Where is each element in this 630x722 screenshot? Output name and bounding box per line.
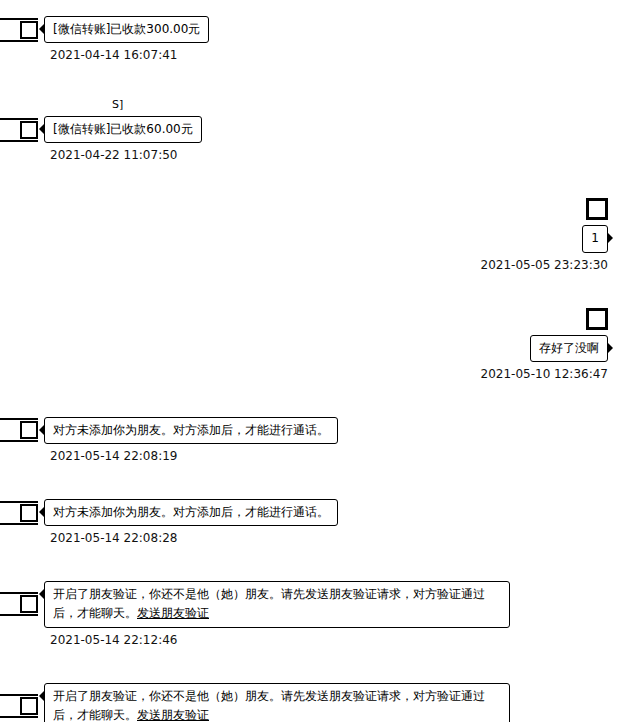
message-bubble[interactable]: 开启了朋友验证，你还不是他（她）朋友。请先发送朋友验证请求，对方验证通过后，才能…	[44, 683, 510, 722]
chat-message: 对方未添加你为朋友。对方添加后，才能进行通话。 2021-05-14 22:08:…	[0, 499, 608, 545]
sender-name: S]	[0, 98, 123, 111]
chat-message: 开启了朋友验证，你还不是他（她）朋友。请先发送朋友验证请求，对方验证通过后，才能…	[0, 581, 608, 646]
avatar-box-icon	[20, 504, 38, 522]
message-bubble[interactable]: [微信转账]已收款300.00元	[44, 16, 209, 43]
avatar-box-icon	[20, 595, 38, 613]
message-row: 存好了没啊	[530, 335, 608, 362]
message-time: 2021-05-14 22:08:19	[0, 449, 177, 463]
chat-message: 开启了朋友验证，你还不是他（她）朋友。请先发送朋友验证请求，对方验证通过后，才能…	[0, 683, 608, 722]
chat-message: 存好了没啊 2021-05-10 12:36:47	[0, 308, 608, 381]
message-bubble[interactable]: 1	[582, 225, 608, 252]
message-time: 2021-04-14 16:07:41	[0, 48, 177, 62]
message-row: 1	[582, 225, 608, 252]
verify-link[interactable]: 发送朋友验证	[137, 606, 209, 620]
avatar-box-icon	[20, 21, 38, 39]
avatar-icon[interactable]	[0, 694, 38, 718]
chat-log: [微信转账]已收款300.00元 2021-04-14 16:07:41 S] [微信…	[0, 0, 630, 722]
message-bubble[interactable]: 对方未添加你为朋友。对方添加后，才能进行通话。	[44, 499, 338, 526]
message-row: 开启了朋友验证，你还不是他（她）朋友。请先发送朋友验证请求，对方验证通过后，才能…	[0, 581, 510, 627]
message-row: 对方未添加你为朋友。对方添加后，才能进行通话。	[0, 499, 338, 526]
message-bubble[interactable]: 存好了没啊	[530, 335, 608, 362]
chat-message: 1 2021-05-05 23:23:30	[0, 198, 608, 271]
avatar-icon[interactable]	[0, 592, 38, 616]
verify-link[interactable]: 发送朋友验证	[137, 708, 209, 722]
message-time: 2021-05-10 12:36:47	[481, 367, 608, 381]
avatar-icon	[586, 198, 608, 220]
avatar-icon[interactable]	[0, 118, 38, 142]
avatar-box-icon	[20, 421, 38, 439]
message-bubble[interactable]: [微信转账]已收款60.00元	[44, 116, 202, 143]
message-time: 2021-05-14 22:12:46	[0, 633, 177, 647]
chat-message: 对方未添加你为朋友。对方添加后，才能进行通话。 2021-05-14 22:08:…	[0, 417, 608, 463]
message-marks	[586, 198, 608, 220]
message-bubble[interactable]: 开启了朋友验证，你还不是他（她）朋友。请先发送朋友验证请求，对方验证通过后，才能…	[44, 581, 510, 627]
message-row: 对方未添加你为朋友。对方添加后，才能进行通话。	[0, 417, 338, 444]
message-time: 2021-05-05 23:23:30	[481, 258, 608, 272]
chat-message: [微信转账]已收款300.00元 2021-04-14 16:07:41	[0, 16, 608, 62]
avatar-box-icon	[20, 121, 38, 139]
message-time: 2021-05-14 22:08:28	[0, 531, 177, 545]
message-bubble[interactable]: 对方未添加你为朋友。对方添加后，才能进行通话。	[44, 417, 338, 444]
message-row: [微信转账]已收款300.00元	[0, 16, 209, 43]
message-marks	[586, 308, 608, 330]
avatar-box-icon	[20, 697, 38, 715]
message-row: [微信转账]已收款60.00元	[0, 116, 202, 143]
avatar-icon[interactable]	[0, 418, 38, 442]
avatar-icon	[586, 308, 608, 330]
chat-message: S] [微信转账]已收款60.00元 2021-04-22 11:07:50	[0, 98, 608, 162]
message-row: 开启了朋友验证，你还不是他（她）朋友。请先发送朋友验证请求，对方验证通过后，才能…	[0, 683, 510, 722]
message-time: 2021-04-22 11:07:50	[0, 148, 177, 162]
avatar-icon[interactable]	[0, 501, 38, 525]
avatar-icon[interactable]	[0, 18, 38, 42]
